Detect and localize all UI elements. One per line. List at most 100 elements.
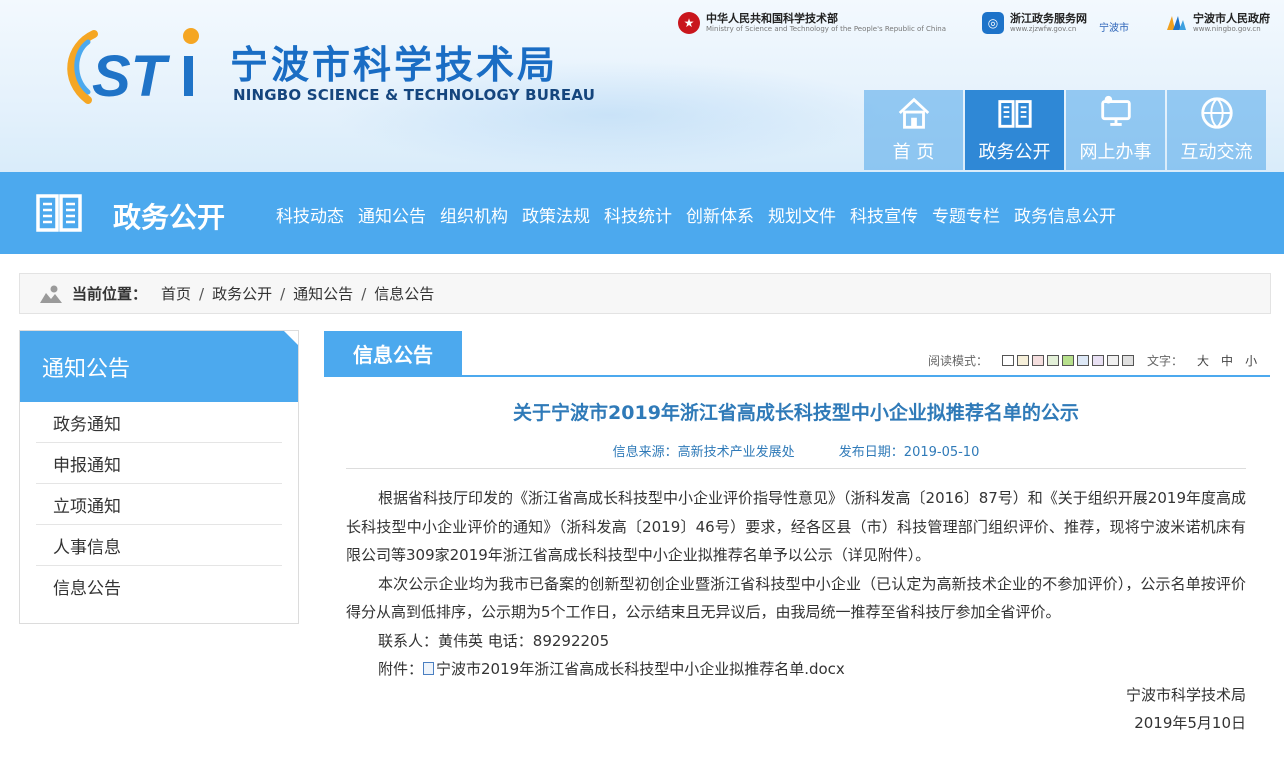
- location-pin-icon: [40, 285, 62, 303]
- topnav-gov-affairs-label: 政务公开: [978, 142, 1051, 163]
- sidebar-item-application-notice[interactable]: 申报通知: [36, 443, 282, 484]
- menu-notices[interactable]: 通知公告: [358, 202, 426, 227]
- topnav-online-services[interactable]: 网上办事: [1066, 90, 1165, 170]
- menu-statistics[interactable]: 科技统计: [604, 202, 672, 227]
- topnav-online-services-label: 网上办事: [1079, 142, 1152, 163]
- reading-mode-swatch[interactable]: [1062, 355, 1075, 366]
- sidebar-item-gov-notice[interactable]: 政务通知: [36, 402, 282, 443]
- sidebar-item-info-announcement[interactable]: 信息公告: [36, 566, 282, 607]
- sti-logo-icon[interactable]: ST: [58, 20, 208, 110]
- sidebar-item-personnel-info[interactable]: 人事信息: [36, 525, 282, 566]
- national-emblem-icon: ★: [677, 12, 700, 34]
- font-size-large[interactable]: 大: [1197, 352, 1209, 369]
- topnav-interaction[interactable]: 互动交流: [1167, 90, 1266, 170]
- toplink-most-sub: Ministry of Science and Technology of th…: [705, 24, 946, 33]
- toplink-ningbo-gov-label: 宁波市人民政府: [1193, 11, 1270, 25]
- breadcrumb-home[interactable]: 首页: [161, 283, 191, 304]
- document-icon: [423, 662, 435, 675]
- toplink-most-label: 中华人民共和国科学技术部: [705, 11, 838, 25]
- toplink-ningbo-gov[interactable]: 宁波市人民政府 www.ningbo.gov.cn: [1165, 12, 1270, 34]
- reading-mode-swatch[interactable]: [1032, 355, 1045, 366]
- attachment-label: 附件：: [378, 660, 424, 678]
- main-tab-label: 信息公告: [353, 343, 433, 367]
- article-signature: 宁波市科学技术局 2019年5月10日: [1126, 681, 1246, 737]
- breadcrumb-info-announcement[interactable]: 信息公告: [374, 283, 434, 304]
- font-size-label: 文字：: [1147, 354, 1184, 368]
- topnav-home[interactable]: 首 页: [864, 90, 963, 170]
- reading-mode-swatch[interactable]: [1017, 355, 1030, 366]
- breadcrumb-separator: /: [280, 284, 286, 303]
- site-subtitle: NINGBO SCIENCE & TECHNOLOGY BUREAU: [233, 86, 596, 104]
- main-divider: [324, 375, 1270, 377]
- topnav-home-label: 首 页: [892, 142, 935, 163]
- breadcrumb-lead: 当前位置：: [72, 285, 148, 303]
- article-paragraph: 根据省科技厅印发的《浙江省高成长科技型中小企业评价指导性意见》（浙科发高〔201…: [346, 489, 1246, 564]
- book-icon: [997, 100, 1032, 128]
- sidebar-list: 政务通知 申报通知 立项通知 人事信息 信息公告: [20, 402, 298, 607]
- article-source: 信息来源：高新技术产业发展处: [612, 445, 795, 460]
- reading-tools: 阅读模式： 文字： 大 中 小: [928, 352, 1269, 369]
- site-header: ST 宁波市科学技术局 NINGBO SCIENCE & TECHNOLOGY …: [0, 0, 1284, 172]
- signature-org: 宁波市科学技术局: [1125, 686, 1246, 704]
- topnav-interaction-label: 互动交流: [1180, 142, 1253, 163]
- article-meta: 信息来源：高新技术产业发展处 发布日期：2019-05-10: [346, 441, 1246, 460]
- breadcrumb-notices[interactable]: 通知公告: [293, 283, 353, 304]
- meta-divider: [346, 468, 1246, 469]
- zjzwfw-logo-icon: ◎: [982, 12, 1004, 34]
- toplink-zjzwfw[interactable]: ◎ 浙江政务服务网 www.zjzwfw.gov.cn 宁波市: [982, 12, 1129, 34]
- article-body: 根据省科技厅印发的《浙江省高成长科技型中小企业评价指导性意见》（浙科发高〔201…: [346, 484, 1246, 684]
- toplink-ningbo-gov-sub: www.ningbo.gov.cn: [1193, 24, 1261, 33]
- menu-tech-news[interactable]: 科技动态: [276, 202, 344, 227]
- article-paragraph: 本次公示企业均为我市已备案的创新型初创企业暨浙江省科技型中小企业（已认定为高新技…: [346, 574, 1246, 622]
- open-book-icon: [36, 194, 82, 232]
- section-band: 政务公开 科技动态 通知公告 组织机构 政策法规 科技统计 创新体系 规划文件 …: [0, 172, 1284, 254]
- sidebar-title: 通知公告: [42, 356, 131, 382]
- section-title: 政务公开: [113, 201, 226, 234]
- reading-mode-swatch[interactable]: [1047, 355, 1060, 366]
- menu-publicity[interactable]: 科技宣传: [850, 202, 918, 227]
- menu-special-topics[interactable]: 专题专栏: [932, 202, 1000, 227]
- font-size-small[interactable]: 小: [1245, 352, 1257, 369]
- reading-mode-label: 阅读模式：: [928, 354, 989, 368]
- section-menu: 科技动态 通知公告 组织机构 政策法规 科技统计 创新体系 规划文件 科技宣传 …: [276, 202, 1116, 227]
- menu-innovation-system[interactable]: 创新体系: [686, 202, 754, 227]
- breadcrumb-separator: /: [361, 284, 367, 303]
- sidebar-item-project-notice[interactable]: 立项通知: [36, 484, 282, 525]
- top-links: ★ 中华人民共和国科学技术部 Ministry of Science and T…: [677, 8, 1270, 38]
- reading-mode-swatches: [1002, 355, 1137, 366]
- menu-gov-info-disclosure[interactable]: 政务信息公开: [1014, 202, 1116, 227]
- article-date: 发布日期：2019-05-10: [838, 445, 980, 460]
- sidebar: 通知公告 政务通知 申报通知 立项通知 人事信息 信息公告: [19, 330, 299, 624]
- reading-mode-swatch[interactable]: [1077, 355, 1090, 366]
- menu-policies[interactable]: 政策法规: [522, 202, 590, 227]
- svg-text:ST: ST: [92, 44, 171, 109]
- reading-mode-swatch[interactable]: [1002, 355, 1015, 366]
- reading-mode-swatch[interactable]: [1107, 355, 1120, 366]
- signature-date: 2019年5月10日: [1134, 714, 1246, 732]
- reading-mode-swatch[interactable]: [1092, 355, 1105, 366]
- toplink-zjzwfw-city[interactable]: 宁波市: [1099, 19, 1129, 34]
- globe-people-icon: [1200, 97, 1233, 129]
- home-icon: [898, 97, 929, 129]
- breadcrumb-separator: /: [199, 284, 205, 303]
- attachment-link[interactable]: 宁波市2019年浙江省高成长科技型中小企业拟推荐名单.docx: [436, 660, 845, 678]
- ningbo-gov-logo-icon: [1167, 16, 1186, 30]
- reading-mode-swatch[interactable]: [1122, 355, 1135, 366]
- topnav-gov-affairs[interactable]: 政务公开: [965, 90, 1064, 170]
- font-size-medium[interactable]: 中: [1221, 352, 1233, 369]
- article-attachment: 附件： 宁波市2019年浙江省高成长科技型中小企业拟推荐名单.docx: [346, 655, 1246, 684]
- toplink-zjzwfw-label: 浙江政务服务网: [1010, 11, 1087, 25]
- menu-organization[interactable]: 组织机构: [440, 202, 508, 227]
- computer-icon: [1100, 95, 1131, 126]
- breadcrumb: 当前位置： 首页 / 政务公开 / 通知公告 / 信息公告: [19, 273, 1271, 314]
- article-title: 关于宁波市2019年浙江省高成长科技型中小企业拟推荐名单的公示: [513, 402, 1079, 424]
- site-title: 宁波市科学技术局: [230, 43, 559, 87]
- menu-planning-docs[interactable]: 规划文件: [768, 202, 836, 227]
- toplink-most[interactable]: ★ 中华人民共和国科学技术部 Ministry of Science and T…: [677, 11, 946, 34]
- sidebar-header: 通知公告: [20, 331, 298, 402]
- breadcrumb-gov-affairs[interactable]: 政务公开: [212, 283, 272, 304]
- article-contact: 联系人：黄伟英 电话：89292205: [378, 631, 610, 650]
- top-nav: 首 页 政务公开 网上办事 互动交流: [864, 90, 1266, 170]
- main-tab: 信息公告: [324, 331, 462, 376]
- toplink-zjzwfw-sub: www.zjzwfw.gov.cn: [1010, 24, 1077, 33]
